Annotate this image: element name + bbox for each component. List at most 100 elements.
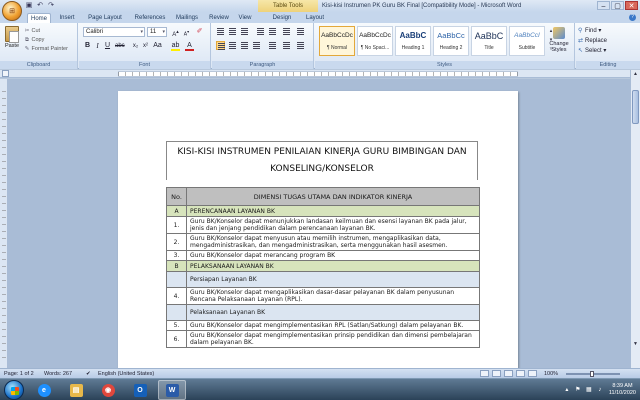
scroll-up-icon[interactable]: ▲ — [631, 70, 640, 78]
vertical-scrollbar[interactable]: ▲ ▼ — [630, 70, 640, 368]
arrow-up-icon[interactable]: ▴ — [563, 386, 571, 394]
draft-view-icon[interactable] — [528, 370, 537, 377]
document-page[interactable]: KISI-KISI INSTRUMEN PENILAIAN KINERJA GU… — [118, 91, 518, 368]
clipboard-group: Paste ✂ Cut ⧉ Copy ✎ Format Painter Clip… — [0, 23, 78, 69]
brush-icon: ✎ — [24, 46, 30, 52]
redo-icon[interactable]: ↷ — [47, 2, 55, 10]
strikethrough-button[interactable]: abc — [115, 41, 125, 51]
tab-references[interactable]: References — [130, 13, 170, 23]
bold-button[interactable]: B — [83, 41, 92, 51]
table-row: 1. Guru BK/Konselor dapat menunjukkan la… — [166, 216, 480, 234]
align-right-icon[interactable] — [240, 41, 249, 50]
instrument-table[interactable]: No. DIMENSI TUGAS UTAMA DAN INDIKATOR KI… — [166, 187, 480, 348]
tab-selector[interactable] — [2, 70, 9, 77]
italic-button[interactable]: I — [93, 41, 102, 51]
shrink-font-button[interactable]: A▾ — [182, 27, 191, 38]
paste-button[interactable]: Paste — [3, 26, 21, 52]
editing-label: Editing — [576, 61, 640, 69]
style-title[interactable]: AaBbC Title — [471, 26, 507, 56]
bullets-icon[interactable] — [216, 27, 225, 36]
style-heading-1[interactable]: AaBbC Heading 1 — [395, 26, 431, 56]
scroll-down-icon[interactable]: ▼ — [631, 340, 640, 348]
outlook-icon: O — [133, 383, 147, 397]
superscript-button[interactable]: x² — [141, 41, 150, 51]
replace-button[interactable]: ⇄ Replace — [578, 37, 607, 46]
shading-icon[interactable] — [282, 41, 291, 50]
explorer-taskbar-button[interactable]: ▤ — [62, 380, 90, 400]
clock[interactable]: 8:39 AM 11/10/2020 — [609, 383, 636, 397]
undo-icon[interactable]: ↶ — [36, 2, 44, 10]
print-layout-view-icon[interactable] — [480, 370, 489, 377]
font-size-select[interactable]: 11 ▾ — [147, 27, 167, 37]
tab-insert[interactable]: Insert — [55, 13, 79, 23]
grow-font-button[interactable]: A▴ — [171, 27, 180, 38]
tab-mailings[interactable]: Mailings — [172, 13, 202, 23]
close-button[interactable]: ✕ — [625, 1, 638, 10]
multilevel-list-icon[interactable] — [240, 27, 249, 36]
numbering-icon[interactable] — [228, 27, 237, 36]
outline-view-icon[interactable] — [516, 370, 525, 377]
tab-design[interactable]: Design — [268, 13, 296, 23]
zoom-slider-knob[interactable] — [590, 371, 594, 377]
network-icon[interactable]: ▦ — [585, 386, 593, 394]
borders-icon[interactable] — [296, 41, 305, 50]
system-tray: ▴ ⚑ ▦ ♪ 8:39 AM 11/10/2020 — [563, 381, 636, 399]
clear-format-icon[interactable]: ✐ — [195, 27, 204, 37]
vertical-ruler[interactable] — [0, 79, 8, 368]
justify-icon[interactable] — [252, 41, 261, 50]
font-family-select[interactable]: Calibri ▾ — [83, 27, 145, 37]
word-taskbar-button[interactable]: W — [158, 380, 186, 400]
chrome-taskbar-button[interactable]: ◉ — [94, 380, 122, 400]
select-button[interactable]: ↖ Select ▾ — [578, 47, 606, 56]
ie-taskbar-button[interactable]: e — [30, 380, 58, 400]
maximize-button[interactable]: ▢ — [611, 1, 624, 10]
outlook-taskbar-button[interactable]: O — [126, 380, 154, 400]
increase-indent-icon[interactable] — [268, 27, 277, 36]
horizontal-ruler[interactable] — [0, 70, 640, 78]
line-spacing-icon[interactable] — [268, 41, 277, 50]
save-icon[interactable]: ▣ — [25, 2, 33, 10]
web-layout-view-icon[interactable] — [504, 370, 513, 377]
styles-group: AaBbCcDc ¶ Normal AaBbCcDc ¶ No Spaci...… — [315, 23, 575, 69]
tab-review[interactable]: Review — [206, 13, 232, 23]
tab-home[interactable]: Home — [27, 13, 51, 23]
align-center-icon[interactable] — [228, 41, 237, 50]
subscript-button[interactable]: x₂ — [131, 41, 140, 51]
select-icon: ↖ — [578, 48, 584, 54]
style-subtitle[interactable]: AaBbCcI Subtitle — [509, 26, 545, 56]
find-button[interactable]: ⚲ Find ▾ — [578, 27, 601, 36]
chevron-down-icon: ▾ — [162, 29, 165, 35]
style-heading-2[interactable]: AaBbCc Heading 2 — [433, 26, 469, 56]
chrome-icon: ◉ — [101, 383, 115, 397]
chevron-down-icon: ▾ — [140, 29, 143, 35]
tab-layout[interactable]: Layout — [302, 13, 328, 23]
sort-icon[interactable] — [282, 27, 291, 36]
highlight-icon[interactable]: ab — [171, 41, 180, 51]
taskbar: e ▤ ◉ O W ▴ ⚑ ▦ ♪ 8:39 AM 11/10/2020 — [0, 378, 640, 400]
style-normal[interactable]: AaBbCcDc ¶ Normal — [319, 26, 355, 56]
header-no: No. — [166, 187, 187, 206]
minimize-button[interactable]: – — [597, 1, 610, 10]
underline-button[interactable]: U — [103, 41, 112, 51]
paste-icon — [5, 26, 19, 43]
copy-button[interactable]: ⧉ Copy — [24, 36, 44, 44]
change-case-button[interactable]: Aa — [153, 41, 162, 51]
decrease-indent-icon[interactable] — [256, 27, 265, 36]
change-styles-button[interactable]: Change Styles — [547, 27, 571, 59]
style-no-spacing[interactable]: AaBbCcDc ¶ No Spaci... — [357, 26, 393, 56]
scroll-thumb[interactable] — [632, 90, 639, 124]
change-styles-icon — [553, 27, 565, 39]
font-color-icon[interactable]: A — [185, 41, 194, 51]
cut-button[interactable]: ✂ Cut — [24, 27, 40, 35]
flag-icon[interactable]: ⚑ — [574, 386, 582, 394]
tab-view[interactable]: View — [236, 13, 254, 23]
volume-icon[interactable]: ♪ — [596, 386, 604, 394]
tab-page-layout[interactable]: Page Layout — [84, 13, 126, 23]
align-left-icon[interactable] — [216, 41, 225, 50]
format-painter-button[interactable]: ✎ Format Painter — [24, 45, 68, 53]
start-button[interactable] — [4, 380, 24, 400]
show-marks-icon[interactable] — [296, 27, 305, 36]
help-icon[interactable]: ? — [629, 14, 636, 21]
full-screen-view-icon[interactable] — [492, 370, 501, 377]
office-button[interactable]: ⊞ — [2, 1, 22, 21]
